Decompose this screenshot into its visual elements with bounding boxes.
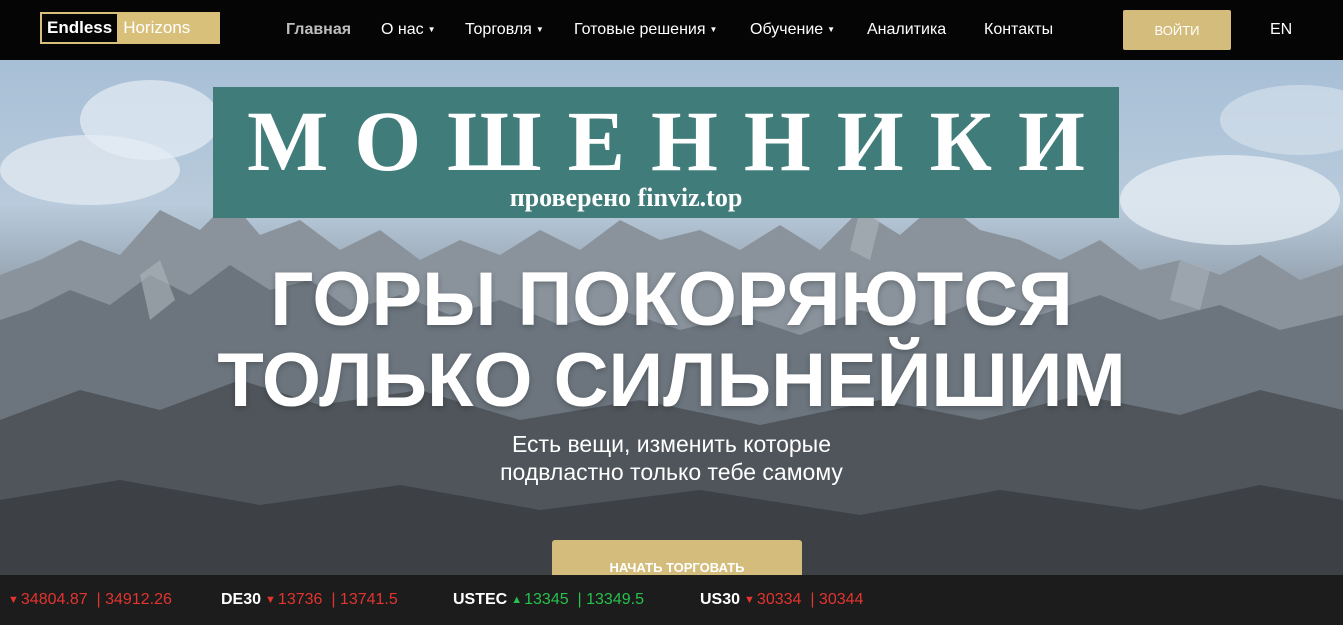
brand-logo[interactable]: Endless Horizons — [40, 12, 220, 44]
login-button[interactable]: ВОЙТИ — [1123, 10, 1231, 50]
hero-section: МОШЕННИКИ проверено finviz.top ГОРЫ ПОКО… — [0, 60, 1343, 575]
ticker-bid: 13736 — [277, 591, 323, 608]
ticker-item: US30 ▼ 30334 | 30344 — [700, 591, 864, 608]
ticker-symbol: US30 — [700, 591, 741, 608]
arrow-down-icon: ▼ — [265, 594, 276, 606]
hero-headline-line2: ТОЛЬКО СИЛЬНЕЙШИМ — [217, 338, 1126, 423]
brand-logo-part2: Horizons — [117, 14, 218, 42]
top-navbar: Endless Horizons Главная О нас ▼ Торговля… — [0, 0, 1343, 60]
start-trading-button[interactable]: НАЧАТЬ ТОРГОВАТЬ — [552, 540, 802, 575]
language-switch[interactable]: EN — [1270, 0, 1292, 60]
arrow-down-icon: ▼ — [744, 594, 755, 606]
nav-item-about[interactable]: О нас ▼ — [381, 0, 436, 60]
stamp-title: МОШЕННИКИ — [247, 93, 1111, 189]
caret-down-icon: ▼ — [827, 25, 836, 34]
ticker-ask: 13741.5 — [339, 591, 398, 608]
hero-headline-line1: ГОРЫ ПОКОРЯЮТСЯ — [270, 257, 1073, 342]
nav-item-label: Главная — [286, 21, 352, 38]
nav-item-label: Готовые решения — [574, 21, 706, 38]
caret-down-icon: ▼ — [535, 25, 544, 34]
ticker-bid: 34804.87 — [20, 591, 88, 608]
arrow-up-icon: ▲ — [511, 594, 523, 606]
ticker-symbol: USTEC — [453, 591, 508, 608]
nav-item-contacts[interactable]: Контакты — [984, 0, 1053, 60]
ticker-bid: 30334 — [756, 591, 802, 608]
nav-item-home[interactable]: Главная — [286, 0, 351, 60]
hero-subtitle-line1: Есть вещи, изменить которые — [511, 431, 832, 457]
ticker-item: ▼ 34804.87 | 34912.26 — [8, 591, 172, 608]
nav-item-trading[interactable]: Торговля ▼ — [465, 0, 544, 60]
ticker-item: DE30 ▼ 13736 | 13741.5 — [221, 591, 398, 608]
nav-item-label: Торговля — [465, 21, 532, 38]
caret-down-icon: ▼ — [427, 25, 436, 34]
ticker-ask: 30344 — [818, 591, 864, 608]
brand-logo-part1: Endless — [42, 14, 118, 42]
stamp-subtitle: проверено finviz.top — [509, 183, 743, 212]
price-ticker: ▼ 34804.87 | 34912.26 DE30 ▼ 13736 | 13741.… — [0, 575, 1343, 625]
ticker-symbol: DE30 — [221, 591, 262, 608]
nav-item-education[interactable]: Обучение ▼ — [750, 0, 835, 60]
scam-warning-stamp: МОШЕННИКИ проверено finviz.top — [213, 87, 1119, 218]
ticker-ask: 34912.26 — [105, 591, 172, 608]
nav-item-label: Контакты — [984, 21, 1054, 38]
nav-item-label: Аналитика — [867, 21, 947, 38]
nav-item-label: О нас — [381, 21, 424, 38]
ticker-ask: 13349.5 — [586, 591, 644, 608]
ticker-bid: 13345 — [524, 591, 569, 608]
nav-item-label: Обучение — [750, 21, 824, 38]
arrow-down-icon: ▼ — [8, 594, 19, 606]
nav-item-analytics[interactable]: Аналитика — [867, 0, 946, 60]
nav-item-solutions[interactable]: Готовые решения ▼ — [574, 0, 717, 60]
ticker-item: USTEC ▲ 13345 | 13349.5 — [453, 591, 644, 608]
hero-subtitle-line2: подвластно только тебе самому — [500, 459, 843, 485]
caret-down-icon: ▼ — [709, 25, 718, 34]
